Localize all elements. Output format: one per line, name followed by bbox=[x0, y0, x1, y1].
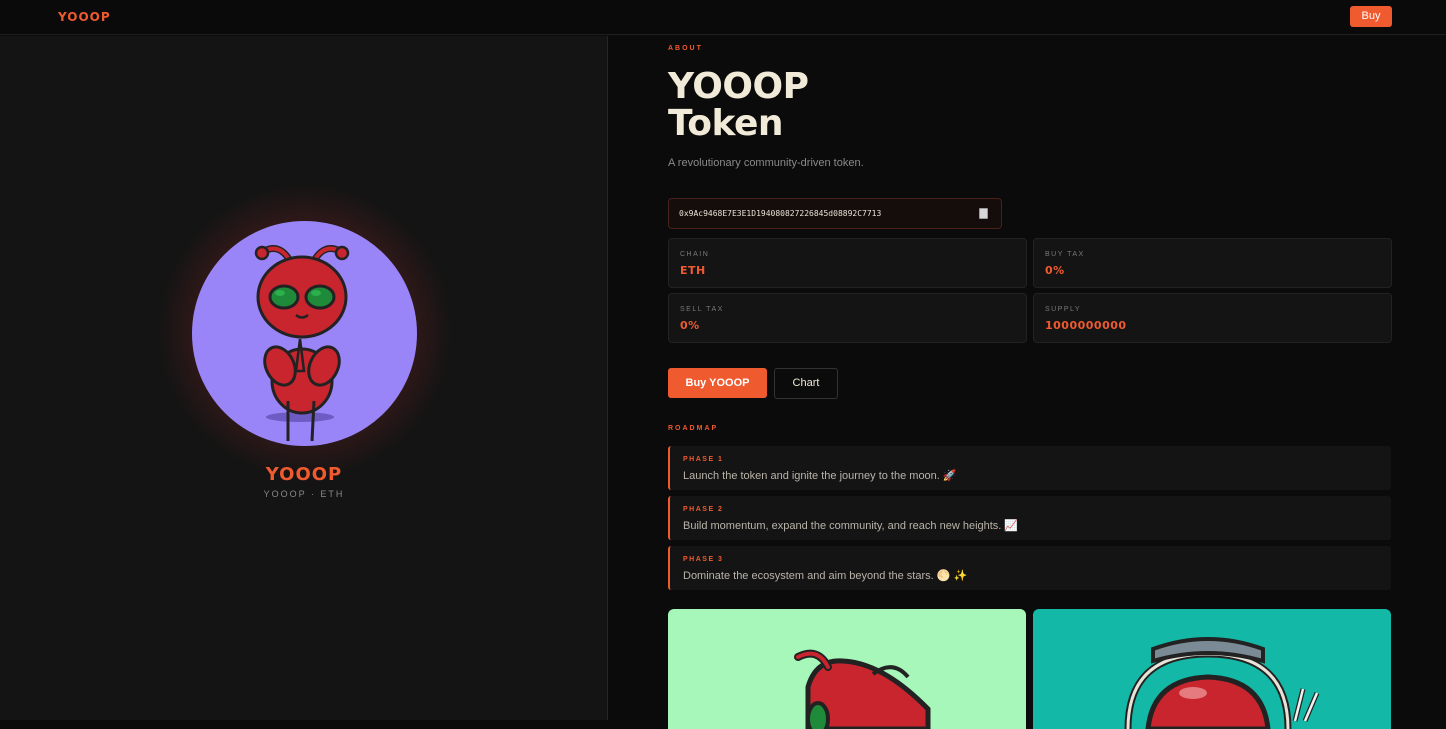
page-title: YOOOP Token bbox=[668, 66, 809, 144]
contract-address[interactable]: 0x9Ac9468E7E3E1D194080827226845d08892C77… bbox=[679, 209, 881, 218]
stat-value: 0% bbox=[1045, 264, 1065, 277]
gallery-card-1 bbox=[668, 609, 1026, 729]
header-buy-button[interactable]: Buy bbox=[1350, 6, 1392, 27]
alien-headphones-icon bbox=[1124, 637, 1320, 729]
token-description: A revolutionary community-driven token. bbox=[668, 157, 864, 169]
gallery-card-2 bbox=[1033, 609, 1391, 729]
roadmap-phase-1: PHASE 1 Launch the token and ignite the … bbox=[668, 446, 1391, 490]
phase-description: Dominate the ecosystem and aim beyond th… bbox=[683, 570, 968, 582]
phase-description: Build momentum, expand the community, an… bbox=[683, 520, 1019, 532]
phase-description: Launch the token and ignite the journey … bbox=[683, 470, 957, 482]
stat-label: CHAIN bbox=[680, 251, 710, 258]
hero-brand-name: YOOOP bbox=[265, 464, 343, 485]
stat-label: SUPPLY bbox=[1045, 306, 1082, 313]
stat-label: SELL TAX bbox=[680, 306, 724, 313]
stat-card-chain: CHAIN ETH bbox=[668, 238, 1027, 288]
phase-label: PHASE 2 bbox=[683, 506, 724, 513]
alien-mascot-icon bbox=[794, 649, 931, 729]
stat-label: BUY TAX bbox=[1045, 251, 1085, 258]
chart-button[interactable]: Chart bbox=[774, 368, 838, 399]
phase-label: PHASE 1 bbox=[683, 456, 724, 463]
top-navigation-bar: YOOOP Buy bbox=[0, 0, 1446, 35]
stat-value: 0% bbox=[680, 319, 700, 332]
stat-card-sell-tax: SELL TAX 0% bbox=[668, 293, 1027, 343]
about-section-label: ABOUT bbox=[668, 45, 703, 52]
contract-address-box[interactable]: 0x9Ac9468E7E3E1D194080827226845d08892C77… bbox=[668, 198, 1002, 229]
alien-mascot-icon bbox=[254, 245, 350, 442]
buy-token-button[interactable]: Buy YOOOP bbox=[668, 368, 767, 398]
roadmap-phase-2: PHASE 2 Build momentum, expand the commu… bbox=[668, 496, 1391, 540]
title-line-1: YOOOP bbox=[668, 66, 809, 107]
stat-value: 1000000000 bbox=[1045, 319, 1127, 332]
roadmap-phase-3: PHASE 3 Dominate the ecosystem and aim b… bbox=[668, 546, 1391, 590]
title-line-2: Token bbox=[668, 103, 784, 144]
content-panel: ABOUT YOOOP Token A revolutionary commun… bbox=[609, 36, 1446, 729]
phase-label: PHASE 3 bbox=[683, 556, 724, 563]
stat-card-supply: SUPPLY 1000000000 bbox=[1033, 293, 1392, 343]
hero-tagline: YOOOP · ETH bbox=[263, 489, 345, 499]
clipboard-icon[interactable] bbox=[979, 208, 988, 219]
mascot-avatar bbox=[192, 221, 417, 446]
stat-value: ETH bbox=[680, 264, 706, 277]
site-logo[interactable]: YOOOP bbox=[58, 10, 111, 24]
roadmap-section-label: ROADMAP bbox=[668, 425, 719, 432]
stat-card-buy-tax: BUY TAX 0% bbox=[1033, 238, 1392, 288]
hero-panel: YOOOP YOOOP · ETH bbox=[0, 36, 608, 720]
